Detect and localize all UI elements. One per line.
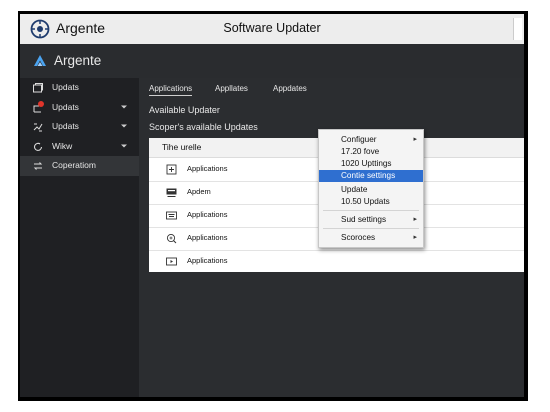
tab-appllates[interactable]: Appllates (215, 84, 248, 93)
submenu-arrow-icon: ▸ (413, 216, 417, 223)
row-label: Applications (187, 164, 228, 173)
chevron-down-icon[interactable] (120, 142, 128, 150)
keyboard-icon (166, 211, 177, 220)
sidebar-item-label: Wikw (52, 140, 73, 151)
menu-item-scoroces[interactable]: Scoroces ▸ (319, 232, 423, 244)
sidebar-item-wikw[interactable]: Wikw (20, 137, 139, 157)
window-title: Software Updater (223, 21, 321, 35)
row-label: Applications (187, 233, 228, 242)
brand-name: Argente (54, 53, 102, 68)
sync-icon (33, 123, 43, 132)
section-title: Available Updater (149, 105, 220, 115)
sidebar-item-label: Updats (52, 101, 79, 112)
sidebar-item-coperatiom[interactable]: Coperatiom (20, 156, 139, 176)
title-bar: Argente Software Updater (20, 14, 524, 45)
menu-divider (323, 228, 419, 229)
monitor-icon (166, 188, 177, 197)
menu-item-label: Sud settings (341, 215, 387, 224)
sidebar-item-label: Updats (52, 82, 79, 92)
refresh-icon (33, 142, 43, 151)
table-header-label: Tihe urelle (162, 142, 202, 152)
sidebar: Updats Updats Updats Wikw Coperatiom (20, 78, 139, 397)
square-plus-icon (166, 164, 177, 175)
menu-item-update[interactable]: Update (319, 184, 423, 196)
menu-item-label: Scoroces (341, 233, 376, 242)
menu-item-10-50-updats[interactable]: 10.50 Updats (319, 196, 423, 208)
submenu-arrow-icon: ▸ (413, 136, 417, 143)
row-label: Applications (187, 210, 228, 219)
menu-item-label: 17.20 fove (341, 147, 380, 156)
window-icon (33, 83, 43, 93)
context-menu: Configuer ▸ 17.20 fove 1020 Upttings Con… (318, 129, 424, 248)
menu-item-1020-upttings[interactable]: 1020 Upttings (319, 158, 423, 170)
menu-item-label: Configuer (341, 135, 377, 144)
sidebar-item-updates-3[interactable]: Updats (20, 117, 139, 137)
menu-item-label: Contie settings (341, 171, 396, 180)
search-icon (166, 233, 177, 244)
menu-item-configuer[interactable]: Configuer ▸ (319, 134, 423, 146)
window-control[interactable] (513, 18, 522, 40)
tab-appdates[interactable]: Appdates (273, 84, 307, 93)
menu-item-label: Update (341, 185, 368, 194)
app-header: Argente (20, 44, 524, 79)
sidebar-item-updates-2[interactable]: Updats (20, 98, 139, 118)
table-row[interactable]: Applications (149, 250, 524, 273)
submenu-arrow-icon: ▸ (413, 234, 417, 241)
sidebar-item-label: Coperatiom (52, 160, 96, 170)
menu-item-sud-settings[interactable]: Sud settings ▸ (319, 214, 423, 226)
swap-icon (33, 162, 43, 170)
menu-item-17-20-fove[interactable]: 17.20 fove (319, 146, 423, 158)
menu-item-contie-settings[interactable]: Contie settings (319, 170, 423, 182)
menu-item-label: 10.50 Updats (341, 197, 390, 206)
menu-item-label: 1020 Upttings (341, 159, 392, 168)
brand-logo-icon (34, 55, 46, 66)
menu-divider (323, 210, 419, 211)
row-label: Apdem (187, 187, 211, 196)
sidebar-item-updates[interactable]: Updats (20, 78, 139, 98)
chevron-down-icon[interactable] (120, 122, 128, 130)
tab-applications[interactable]: Applications (149, 84, 193, 96)
row-label: Applications (187, 256, 228, 265)
sidebar-item-label: Updats (52, 121, 79, 131)
chevron-down-icon[interactable] (120, 103, 128, 111)
notification-badge (38, 100, 44, 107)
section-subtitle: Scoper's available Updates (149, 122, 258, 132)
play-box-icon (166, 257, 177, 266)
